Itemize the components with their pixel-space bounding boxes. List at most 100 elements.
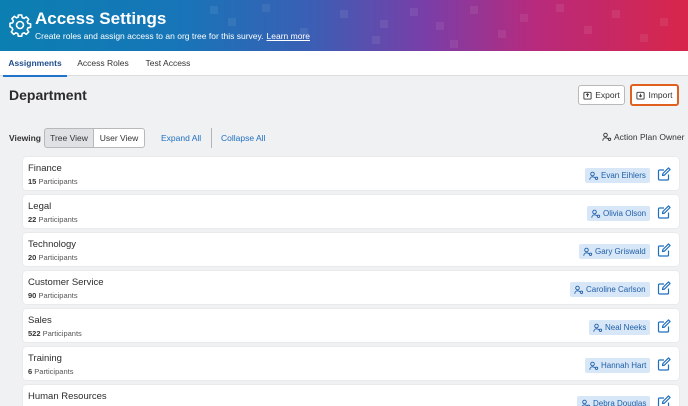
edit-icon[interactable] [657,395,671,406]
banner-square [520,14,528,22]
user-key-icon [589,171,599,180]
department-name: Finance [28,163,62,174]
user-key-icon [583,247,593,256]
action-plan-owner-badge[interactable]: Caroline Carlson [570,282,650,297]
banner-square [228,18,236,26]
user-key-icon [574,285,584,294]
banner-square [498,30,506,38]
import-label: Import [648,90,673,100]
department-name: Human Resources [28,391,107,402]
banner-square [210,6,218,14]
tab-assignments[interactable]: Assignments [3,51,67,77]
participant-count: 20 Participants [28,253,78,262]
user-key-icon [589,361,599,370]
banner-square [262,4,270,12]
user-key-icon [593,323,603,332]
banner-square [556,4,564,12]
page-subtitle: Create roles and assign access to an org… [35,31,310,41]
section-title: Department [9,87,87,103]
participant-number: 522 [28,329,41,338]
participant-number: 6 [28,367,33,376]
export-label: Export [595,90,620,100]
banner-square [584,26,592,34]
action-plan-owner-badge[interactable]: Neal Neeks [589,320,651,335]
user-key-icon [602,132,612,141]
page-title: Access Settings [35,9,167,28]
banner-square [660,18,668,26]
owner-name: Caroline Carlson [586,285,646,294]
learn-more-link[interactable]: Learn more [267,31,310,41]
tree-view-button[interactable]: Tree View [44,128,94,148]
department-row[interactable]: Training 6 Participants Hannah Hart [23,347,679,380]
user-key-icon [591,209,601,218]
department-name: Customer Service [28,277,104,288]
edit-icon[interactable] [657,281,671,295]
owner-name: Evan Eihlers [601,171,646,180]
owner-name: Neal Neeks [605,323,647,332]
action-plan-owner-badge[interactable]: Gary Griswald [579,244,650,259]
department-name: Sales [28,315,52,326]
participants-label: Participants [42,329,82,338]
banner-square [380,20,388,28]
participant-number: 22 [28,215,37,224]
gear-icon [9,14,32,37]
participants-label: Participants [38,291,78,300]
import-button[interactable]: Import [630,84,679,106]
participant-count: 522 Participants [28,329,82,338]
expand-all-link[interactable]: Expand All [161,133,201,143]
participants-label: Participants [34,367,74,376]
action-plan-owner-badge[interactable]: Evan Eihlers [585,168,650,183]
participant-count: 90 Participants [28,291,78,300]
banner-square [450,40,458,48]
owner-name: Olivia Olson [603,209,647,218]
participants-label: Participants [38,177,78,186]
export-icon [583,91,592,100]
participant-number: 15 [28,177,37,186]
department-row[interactable]: Human Resources15 ParticipantsDebra Doug… [23,385,679,406]
owner-name: Hannah Hart [601,361,647,370]
action-plan-owner-badge[interactable]: Debra Douglas [577,396,651,406]
action-plan-owner-badge[interactable]: Olivia Olson [587,206,651,221]
user-view-button[interactable]: User View [93,128,145,148]
subtitle-text: Create roles and assign access to an org… [35,31,264,41]
department-name: Training [28,353,62,364]
tab-access-roles[interactable]: Access Roles [72,51,134,76]
department-row[interactable]: Technology 20 Participants Gary Griswald [23,233,679,266]
department-row[interactable]: Sales 522 Participants Neal Neeks [23,309,679,342]
banner-square [410,8,418,16]
banner-square [436,22,444,30]
department-row[interactable]: Legal 22 Participants Olivia Olson [23,195,679,228]
export-button[interactable]: Export [578,85,625,105]
edit-icon[interactable] [657,167,671,181]
toolbar-divider [211,128,212,148]
department-name: Legal [28,201,52,212]
edit-icon[interactable] [657,319,671,333]
banner-square [470,6,478,14]
department-name: Technology [28,239,77,250]
import-icon [636,91,646,100]
action-plan-owner-legend: Action Plan Owner [602,132,684,142]
participants-label: Participants [38,215,78,224]
banner-square [612,10,620,18]
participants-label: Participants [38,253,78,262]
owner-name: Gary Griswald [595,247,646,256]
action-plan-owner-label: Action Plan Owner [614,132,685,142]
participant-count: 15 Participants [28,177,78,186]
participant-number: 90 [28,291,37,300]
participant-number: 20 [28,253,37,262]
banner-square [340,10,348,18]
department-row[interactable]: Customer Service 90 Participants Caroline … [23,271,679,304]
user-key-icon [581,399,591,406]
tab-test-access[interactable]: Test Access [138,51,198,76]
action-plan-owner-badge[interactable]: Hannah Hart [585,358,651,373]
owner-name: Debra Douglas [593,399,647,406]
collapse-all-link[interactable]: Collapse All [221,133,265,143]
banner-square [372,36,380,44]
department-row[interactable]: Finance 15 Participants Evan Eihlers [23,157,679,190]
edit-icon[interactable] [657,243,671,257]
viewing-label: Viewing [9,133,41,143]
edit-icon[interactable] [657,357,671,371]
edit-icon[interactable] [657,205,671,219]
participant-count: 6 Participants [28,367,73,376]
tab-bar: Assignments Access Roles Test Access [0,51,688,77]
